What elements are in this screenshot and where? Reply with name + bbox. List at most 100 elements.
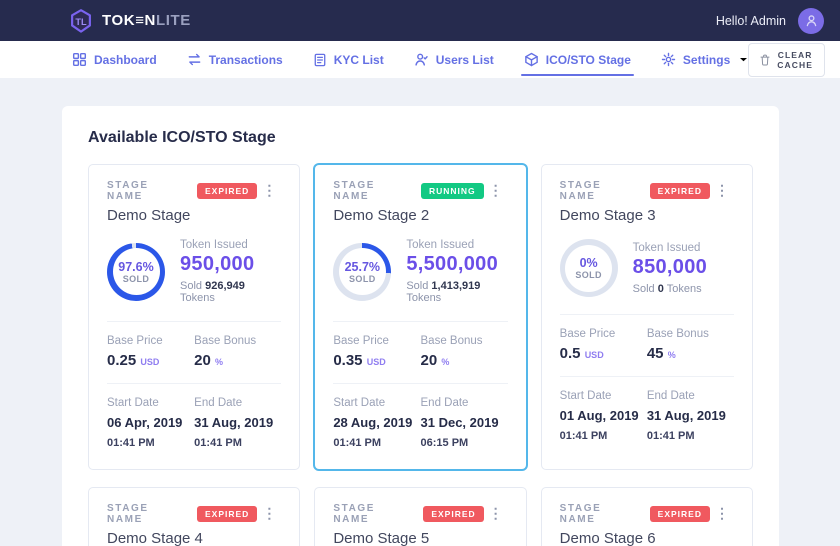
end-date-label: End Date (194, 397, 281, 409)
arrows-icon (187, 52, 202, 67)
stage-title: Demo Stage 6 (560, 530, 710, 546)
sold-donut-chart: 25.7% SOLD (333, 243, 391, 301)
nav-item-label: Settings (683, 53, 730, 67)
stage-card: STAGE NAME EXPIRED Demo Stage 3 0% SOLD … (541, 164, 753, 470)
kebab-menu-icon[interactable] (257, 503, 281, 521)
page-title: Available ICO/STO Stage (88, 129, 753, 147)
kebab-menu-icon[interactable] (484, 503, 508, 521)
brand-logo: TL TOK≡NLITE (68, 8, 191, 34)
grid-icon (72, 52, 87, 67)
main-nav: Dashboard Transactions KYC List Users Li… (0, 41, 840, 78)
stage-name-label: STAGE NAME (107, 180, 188, 202)
greeting-text: Hello! Admin (716, 14, 786, 28)
end-date-label: End Date (421, 397, 508, 409)
stage-name-label: STAGE NAME (333, 180, 412, 202)
start-date-label: Start Date (333, 397, 420, 409)
stage-title: Demo Stage 5 (333, 530, 483, 546)
sold-tokens-line: Sold 926,949 Tokens (180, 280, 281, 304)
base-price-label: Base Price (107, 335, 194, 347)
gear-icon (661, 52, 676, 67)
stage-name-label: STAGE NAME (107, 503, 188, 525)
base-bonus-label: Base Bonus (194, 335, 281, 347)
end-date-value: 31 Dec, 2019 06:15 PM (421, 414, 508, 452)
clear-cache-button[interactable]: CLEAR CACHE (748, 43, 825, 77)
tokenlite-hexagon-logo-icon: TL (68, 8, 94, 34)
nav-item-label: KYC List (334, 53, 384, 67)
status-badge: RUNNING (421, 183, 484, 199)
nav-item-label: Dashboard (94, 53, 157, 67)
trash-icon (760, 54, 770, 66)
stage-name-label: STAGE NAME (560, 180, 641, 202)
user-check-icon (414, 52, 429, 67)
stage-cards-grid: STAGE NAME EXPIRED Demo Stage 97.6% SOLD… (88, 164, 753, 546)
kebab-menu-icon[interactable] (710, 180, 734, 198)
sold-donut-chart: 0% SOLD (560, 239, 618, 297)
sold-caption: SOLD (575, 270, 602, 280)
user-avatar[interactable] (798, 8, 824, 34)
nav-item-dashboard[interactable]: Dashboard (72, 41, 157, 78)
base-bonus-value: 45 % (647, 345, 734, 362)
status-badge: EXPIRED (650, 183, 710, 199)
sold-tokens-line: Sold 0 Tokens (633, 283, 707, 295)
user-icon (804, 13, 819, 28)
svg-text:TL: TL (75, 16, 87, 26)
nav-item-settings[interactable]: Settings (661, 41, 748, 78)
stage-card: STAGE NAME RUNNING Demo Stage 2 25.7% SO… (314, 164, 526, 470)
base-bonus-label: Base Bonus (421, 335, 508, 347)
stage-card: STAGE NAME EXPIRED Demo Stage 6 0% SOLD … (541, 487, 753, 546)
start-date-label: Start Date (560, 390, 647, 402)
base-price-value: 0.35 USD (333, 352, 420, 369)
sold-tokens-line: Sold 1,413,919 Tokens (406, 280, 507, 304)
token-issued-value: 5,500,000 (406, 253, 507, 276)
clear-cache-label: CLEAR CACHE (777, 50, 813, 70)
nav-item-ico-sto-stage[interactable]: ICO/STO Stage (524, 41, 631, 78)
nav-item-users-list[interactable]: Users List (414, 41, 494, 78)
start-date-value: 28 Aug, 2019 01:41 PM (333, 414, 420, 452)
token-issued-value: 850,000 (633, 256, 707, 279)
sold-caption: SOLD (123, 274, 150, 284)
content-panel: Available ICO/STO Stage STAGE NAME EXPIR… (62, 106, 779, 546)
kebab-menu-icon[interactable] (257, 180, 281, 198)
base-price-label: Base Price (560, 328, 647, 340)
app-header: TL TOK≡NLITE Hello! Admin (0, 0, 840, 41)
start-date-label: Start Date (107, 397, 194, 409)
stage-title: Demo Stage 4 (107, 530, 257, 546)
nav-item-label: Users List (436, 53, 494, 67)
status-badge: EXPIRED (423, 506, 483, 522)
stage-title: Demo Stage 2 (333, 207, 483, 224)
stage-title: Demo Stage 3 (560, 207, 710, 224)
end-date-value: 31 Aug, 2019 01:41 PM (194, 414, 281, 452)
cube-icon (524, 52, 539, 67)
stage-card: STAGE NAME EXPIRED Demo Stage 4 0% SOLD … (88, 487, 300, 546)
nav-item-transactions[interactable]: Transactions (187, 41, 283, 78)
stage-name-label: STAGE NAME (560, 503, 641, 525)
token-issued-label: Token Issued (633, 242, 707, 254)
sold-donut-chart: 97.6% SOLD (107, 243, 165, 301)
kebab-menu-icon[interactable] (484, 180, 508, 198)
stage-card: STAGE NAME EXPIRED Demo Stage 97.6% SOLD… (88, 164, 300, 470)
token-issued-label: Token Issued (180, 239, 281, 251)
end-date-value: 31 Aug, 2019 01:41 PM (647, 407, 734, 445)
nav-item-label: ICO/STO Stage (546, 53, 631, 67)
start-date-value: 06 Apr, 2019 01:41 PM (107, 414, 194, 452)
stage-card: STAGE NAME EXPIRED Demo Stage 5 0% SOLD … (314, 487, 526, 546)
stage-name-label: STAGE NAME (333, 503, 414, 525)
sold-percent: 0% (580, 256, 598, 270)
sold-percent: 25.7% (345, 260, 380, 274)
end-date-label: End Date (647, 390, 734, 402)
status-badge: EXPIRED (197, 506, 257, 522)
sold-caption: SOLD (349, 274, 376, 284)
nav-item-label: Transactions (209, 53, 283, 67)
stage-title: Demo Stage (107, 207, 257, 224)
nav-item-kyc-list[interactable]: KYC List (313, 41, 384, 78)
base-bonus-value: 20 % (194, 352, 281, 369)
base-bonus-value: 20 % (421, 352, 508, 369)
base-bonus-label: Base Bonus (647, 328, 734, 340)
status-badge: EXPIRED (197, 183, 257, 199)
brand-wordmark: TOK≡NLITE (102, 12, 191, 29)
sold-percent: 97.6% (118, 260, 153, 274)
kebab-menu-icon[interactable] (710, 503, 734, 521)
base-price-value: 0.5 USD (560, 345, 647, 362)
base-price-value: 0.25 USD (107, 352, 194, 369)
document-icon (313, 53, 327, 67)
